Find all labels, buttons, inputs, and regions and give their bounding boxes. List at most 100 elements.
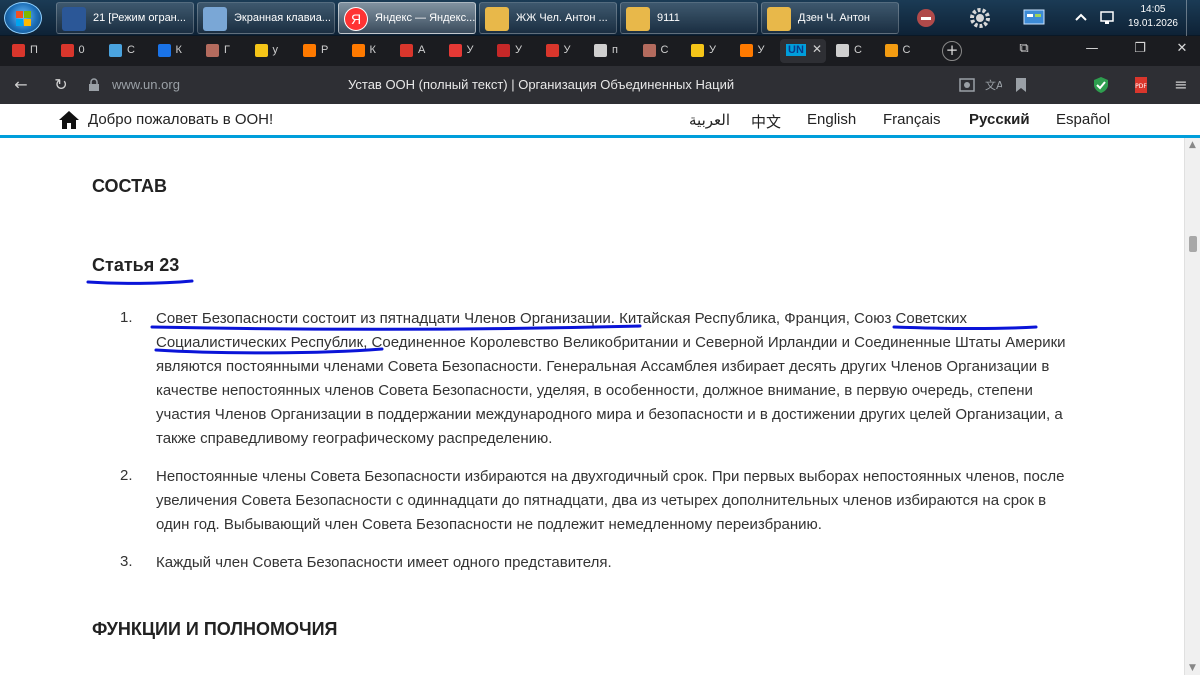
browser-tab[interactable]: К bbox=[150, 39, 192, 63]
scroll-down-icon[interactable]: ▼ bbox=[1189, 663, 1196, 673]
browser-tab[interactable]: П bbox=[4, 39, 46, 63]
item-number: 1. bbox=[120, 309, 133, 326]
browser-tab[interactable]: Р bbox=[295, 39, 337, 63]
lock-icon[interactable] bbox=[88, 78, 100, 92]
browser-tab[interactable]: А bbox=[392, 39, 434, 63]
tab-label: П bbox=[30, 44, 38, 56]
menu-icon[interactable]: ≡ bbox=[1170, 74, 1192, 96]
folder-icon bbox=[626, 7, 650, 31]
section-heading: ФУНКЦИИ И ПОЛНОМОЧИЯ bbox=[92, 619, 338, 639]
close-window-button[interactable]: ✕ bbox=[1170, 41, 1194, 56]
welcome-link[interactable]: Добро пожаловать в ООН! bbox=[88, 111, 273, 128]
tab-favicon-icon bbox=[206, 44, 219, 57]
article-paragraph: Совет Безопасности состоит из пятнадцати… bbox=[156, 310, 1066, 447]
taskbar-item-word[interactable]: 21 [Режим огран... bbox=[56, 2, 194, 34]
taskbar-item-folder[interactable]: ЖЖ Чел. Антон ... bbox=[479, 2, 617, 34]
language-spanish[interactable]: Español bbox=[1056, 111, 1110, 128]
restore-button[interactable]: ❐ bbox=[1128, 41, 1152, 56]
yandex-browser-icon: Я bbox=[344, 7, 368, 31]
tools-icon[interactable] bbox=[914, 6, 938, 30]
language-russian[interactable]: Русский bbox=[969, 111, 1030, 128]
start-button[interactable] bbox=[4, 2, 42, 34]
browser-tab[interactable]: С bbox=[877, 39, 919, 63]
home-icon[interactable] bbox=[58, 110, 80, 130]
tab-label: 0 bbox=[78, 44, 85, 56]
browser-tab[interactable]: У bbox=[538, 39, 580, 63]
reload-button[interactable]: ↻ bbox=[50, 74, 72, 96]
gear-icon[interactable] bbox=[968, 6, 992, 30]
tab-favicon-icon bbox=[448, 44, 462, 57]
tab-label: У bbox=[466, 44, 474, 56]
tab-label: С bbox=[902, 44, 911, 56]
new-tab-button[interactable]: + bbox=[942, 41, 962, 61]
language-arabic[interactable]: العربية bbox=[689, 111, 730, 129]
browser-tab[interactable]: У bbox=[683, 39, 725, 63]
browser-tab[interactable]: У bbox=[441, 39, 483, 63]
taskbar-item-label: Экранная клавиа... bbox=[234, 12, 331, 24]
taskbar-item-label: 21 [Режим огран... bbox=[93, 12, 186, 24]
network-icon[interactable] bbox=[1098, 9, 1116, 27]
folder-icon bbox=[485, 7, 509, 31]
tab-label: У bbox=[709, 44, 716, 56]
translate-icon[interactable]: 文A bbox=[984, 76, 1002, 94]
svg-text:Я: Я bbox=[351, 11, 361, 27]
ink-underline bbox=[86, 279, 194, 285]
protect-shield-icon[interactable] bbox=[1092, 76, 1110, 94]
browser-tab[interactable]: С bbox=[101, 39, 143, 63]
tab-favicon-icon bbox=[642, 44, 656, 57]
close-tab-icon[interactable]: ✕ bbox=[812, 42, 822, 56]
tab-favicon-icon bbox=[545, 44, 559, 57]
language-english[interactable]: English bbox=[807, 111, 856, 128]
browser-tab[interactable]: п bbox=[586, 39, 628, 63]
browser-tab[interactable]: UN ✕ bbox=[780, 39, 826, 63]
minimize-button[interactable]: — bbox=[1080, 41, 1104, 56]
taskbar-item-yandex[interactable]: Я Яндекс — Яндекс... bbox=[338, 2, 476, 34]
svg-text:文A: 文A bbox=[985, 78, 1002, 92]
url-host[interactable]: www.un.org bbox=[112, 77, 180, 92]
tab-manager-icon[interactable]: ⧉ bbox=[1012, 41, 1036, 56]
charter-content: СОСТАВ Статья 23 1. Совет Безопасности с… bbox=[0, 141, 1184, 675]
chevron-up-icon[interactable] bbox=[1074, 11, 1088, 25]
screenshot-icon[interactable] bbox=[958, 76, 976, 94]
browser-tab[interactable]: 0 bbox=[53, 39, 95, 63]
back-button[interactable]: ← bbox=[10, 74, 32, 96]
scroll-thumb[interactable] bbox=[1189, 236, 1197, 252]
scroll-up-icon[interactable]: ▲ bbox=[1189, 140, 1196, 150]
taskbar-item-folder[interactable]: Дзен Ч. Антон bbox=[761, 2, 899, 34]
tab-label: Р bbox=[321, 44, 329, 56]
tab-favicon-icon bbox=[60, 44, 74, 57]
page-scrollbar[interactable]: ▲ ▼ bbox=[1184, 138, 1200, 675]
browser-tab[interactable]: у bbox=[247, 39, 289, 63]
tab-label: Г bbox=[224, 44, 230, 56]
taskbar-item-label: ЖЖ Чел. Антон ... bbox=[516, 12, 608, 24]
tab-label: С bbox=[127, 44, 135, 56]
tab-favicon-icon bbox=[254, 44, 268, 57]
site-navigation: Добро пожаловать в ООН! العربية 中文 Engli… bbox=[0, 104, 1200, 138]
page-title[interactable]: Устав ООН (полный текст) | Организация О… bbox=[348, 77, 734, 92]
taskbar-item-label: 9111 bbox=[657, 12, 680, 24]
article-heading: Статья 23 bbox=[92, 255, 180, 275]
show-desktop-button[interactable] bbox=[1186, 0, 1200, 36]
tab-favicon-icon bbox=[884, 44, 898, 57]
browser-tab[interactable]: У bbox=[489, 39, 531, 63]
taskbar-item-folder[interactable]: 9111 bbox=[620, 2, 758, 34]
browser-tab[interactable]: У bbox=[732, 39, 774, 63]
browser-tab[interactable]: Г bbox=[198, 39, 240, 63]
browser-tab[interactable]: С bbox=[635, 39, 677, 63]
bookmark-icon[interactable] bbox=[1012, 76, 1030, 94]
language-french[interactable]: Français bbox=[883, 111, 941, 128]
tab-label: п bbox=[612, 44, 618, 56]
tab-label: У bbox=[757, 44, 765, 56]
tab-label: у bbox=[272, 44, 279, 56]
item-number: 3. bbox=[120, 553, 133, 570]
pdf-extension-icon[interactable]: PDF bbox=[1132, 76, 1150, 94]
windows-logo-icon bbox=[16, 11, 32, 27]
control-panel-icon[interactable] bbox=[1022, 6, 1046, 30]
browser-tab[interactable]: С bbox=[828, 39, 870, 63]
language-chinese[interactable]: 中文 bbox=[751, 111, 781, 132]
tab-favicon-icon bbox=[497, 44, 510, 57]
browser-tab[interactable]: К bbox=[344, 39, 386, 63]
system-clock[interactable]: 14:05 19.01.2026 bbox=[1128, 3, 1178, 31]
taskbar-item-keyboard[interactable]: Экранная клавиа... bbox=[197, 2, 335, 34]
tab-label: С bbox=[660, 44, 669, 56]
